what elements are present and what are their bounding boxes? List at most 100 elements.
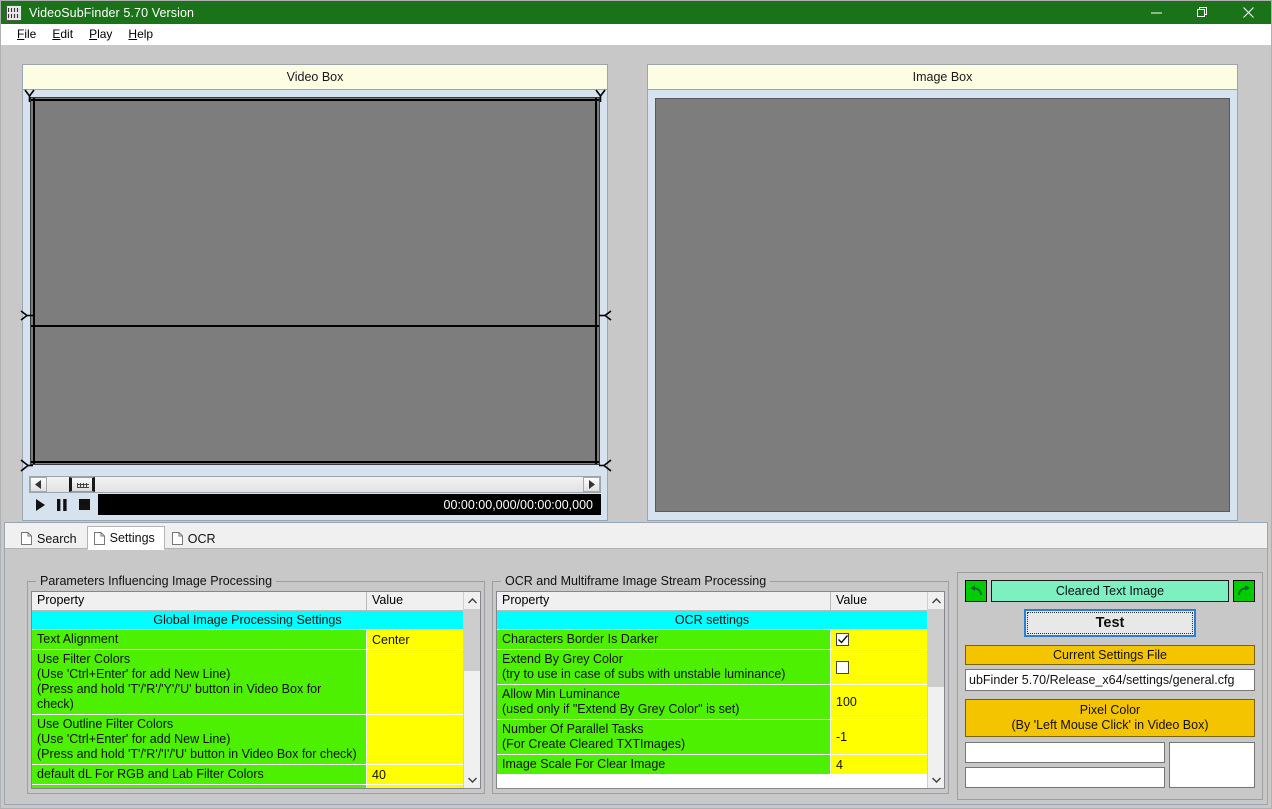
undo-arrow-icon[interactable] [965,580,987,602]
menu-play[interactable]: Play [81,25,120,43]
settings-file-path-input[interactable]: ubFinder 5.70/Release_x64/settings/gener… [965,669,1255,691]
table-row[interactable]: Use Outline Filter Colors (Use 'Ctrl+Ent… [32,715,463,765]
ocr-settings-grid[interactable]: Property Value OCR settings Characters B… [496,591,945,789]
scroll-down-icon[interactable] [928,771,944,788]
grid-left-scrollbar[interactable] [463,592,480,788]
table-row[interactable]: default dA For Lab Filter Colors 30 [32,785,463,788]
table-row[interactable]: Extend By Grey Color (try to use in case… [497,650,927,685]
application-window: VideoSubFinder 5.70 Version File Edit Pl… [0,0,1272,809]
scroll-down-icon[interactable] [464,771,480,788]
current-settings-file-button[interactable]: Current Settings File [965,645,1255,665]
crop-marker-middle-right[interactable] [599,310,612,323]
image-processing-group-title: Parameters Influencing Image Processing [36,574,277,588]
restore-icon[interactable] [1179,1,1225,24]
minimize-icon[interactable] [1133,1,1179,24]
grid-header-left: Property Value [32,592,463,611]
ocr-multiframe-group: OCR and Multiframe Image Stream Processi… [492,574,949,794]
grid-right-scrollbar[interactable] [927,592,944,788]
row-value[interactable]: -1 [831,720,927,754]
scroll-thumb[interactable] [464,609,480,671]
checkbox-characters-border-is-darker[interactable] [836,633,849,646]
play-icon[interactable] [29,494,51,515]
row-value[interactable]: 100 [831,685,927,719]
test-button[interactable]: Test [1024,609,1196,637]
row-value[interactable]: Center [367,630,463,649]
crop-line-bottom[interactable] [31,461,599,463]
row-value[interactable]: 40 [367,765,463,784]
video-surface[interactable] [30,97,600,465]
image-box-inner [648,91,1237,520]
video-box-inner [20,89,612,472]
crop-marker-middle-left[interactable] [20,310,33,323]
tab-search-label: Search [37,531,77,546]
table-row[interactable]: Allow Min Luminance (used only if "Exten… [497,685,927,720]
menu-file[interactable]: File [9,25,44,43]
crop-edge-left[interactable] [33,98,35,464]
pixel-color-button[interactable]: Pixel Color (By 'Left Mouse Click' in Vi… [965,699,1255,737]
row-property: Extend By Grey Color (try to use in case… [497,650,831,684]
checkbox-extend-by-grey-color[interactable] [836,660,849,674]
scroll-thumb[interactable] [928,609,944,687]
column-header-property: Property [497,592,831,610]
row-value[interactable]: 4 [831,755,927,774]
pixel-color-input-lab[interactable] [965,767,1165,788]
bottom-tab-area: Search Settings OCR Parameters Influenci… [4,522,1268,805]
video-time-display: 00:00:00,000/00:00:00,000 [98,494,601,515]
image-mode-row: Cleared Text Image [965,580,1255,602]
window-title: VideoSubFinder 5.70 Version [29,5,195,20]
crop-marker-top-right[interactable] [595,89,606,102]
title-bar: VideoSubFinder 5.70 Version [1,1,1271,24]
pixel-color-swatch [1169,742,1255,788]
scroll-track[interactable] [464,609,480,771]
pixel-color-input-rgb[interactable] [965,742,1165,763]
table-row[interactable]: Text Alignment Center [32,630,463,650]
crop-marker-bottom-left[interactable] [20,459,33,472]
grid-body-left: Global Image Processing Settings Text Al… [32,611,463,788]
document-icon [171,532,183,545]
image-surface[interactable] [655,98,1230,512]
menu-edit[interactable]: Edit [44,25,81,43]
redo-arrow-icon[interactable] [1233,580,1255,602]
row-value[interactable]: 30 [367,785,463,788]
seek-track[interactable] [47,477,583,492]
tab-ocr[interactable]: OCR [164,527,226,549]
row-property: Characters Border Is Darker [497,630,831,649]
video-box-caption: Video Box [22,64,608,90]
tab-settings[interactable]: Settings [86,526,165,550]
ocr-multiframe-group-title: OCR and Multiframe Image Stream Processi… [501,574,771,588]
stop-icon[interactable] [73,494,95,515]
crop-marker-bottom-right[interactable] [599,459,612,472]
table-row[interactable]: Use Filter Colors (Use 'Ctrl+Enter' for … [32,650,463,715]
image-processing-grid[interactable]: Property Value Global Image Processing S… [31,591,481,789]
scroll-up-icon[interactable] [464,592,480,609]
table-row[interactable]: Image Scale For Clear Image 4 [497,755,927,775]
seek-thumb[interactable] [69,477,95,492]
seek-left-arrow-icon[interactable] [30,477,47,492]
table-row[interactable]: Characters Border Is Darker [497,630,927,650]
crop-edge-right[interactable] [595,98,597,464]
grid-main-left: Property Value Global Image Processing S… [32,592,463,788]
table-row[interactable]: default dL For RGB and Lab Filter Colors… [32,765,463,785]
row-value[interactable] [367,715,463,764]
scroll-up-icon[interactable] [928,592,944,609]
row-property: Image Scale For Clear Image [497,755,831,774]
tab-search[interactable]: Search [14,527,87,549]
crop-line-middle[interactable] [31,325,599,327]
image-mode-combo[interactable]: Cleared Text Image [991,580,1229,602]
scroll-track[interactable] [928,609,944,771]
row-value[interactable] [831,650,927,684]
crop-line-top[interactable] [31,99,599,101]
row-value[interactable] [831,630,927,649]
window-controls [1133,1,1271,24]
seek-right-arrow-icon[interactable] [583,477,600,492]
table-row[interactable]: Number Of Parallel Tasks (For Create Cle… [497,720,927,755]
menu-help[interactable]: Help [120,25,161,43]
row-property: Use Outline Filter Colors (Use 'Ctrl+Ent… [32,715,367,764]
row-value[interactable] [367,650,463,714]
menu-play-label: lay [97,27,113,41]
document-icon [93,531,105,545]
close-icon[interactable] [1225,1,1271,24]
pause-icon[interactable] [51,494,73,515]
video-seek-scrollbar[interactable] [29,476,601,493]
crop-marker-top-left[interactable] [24,89,35,102]
